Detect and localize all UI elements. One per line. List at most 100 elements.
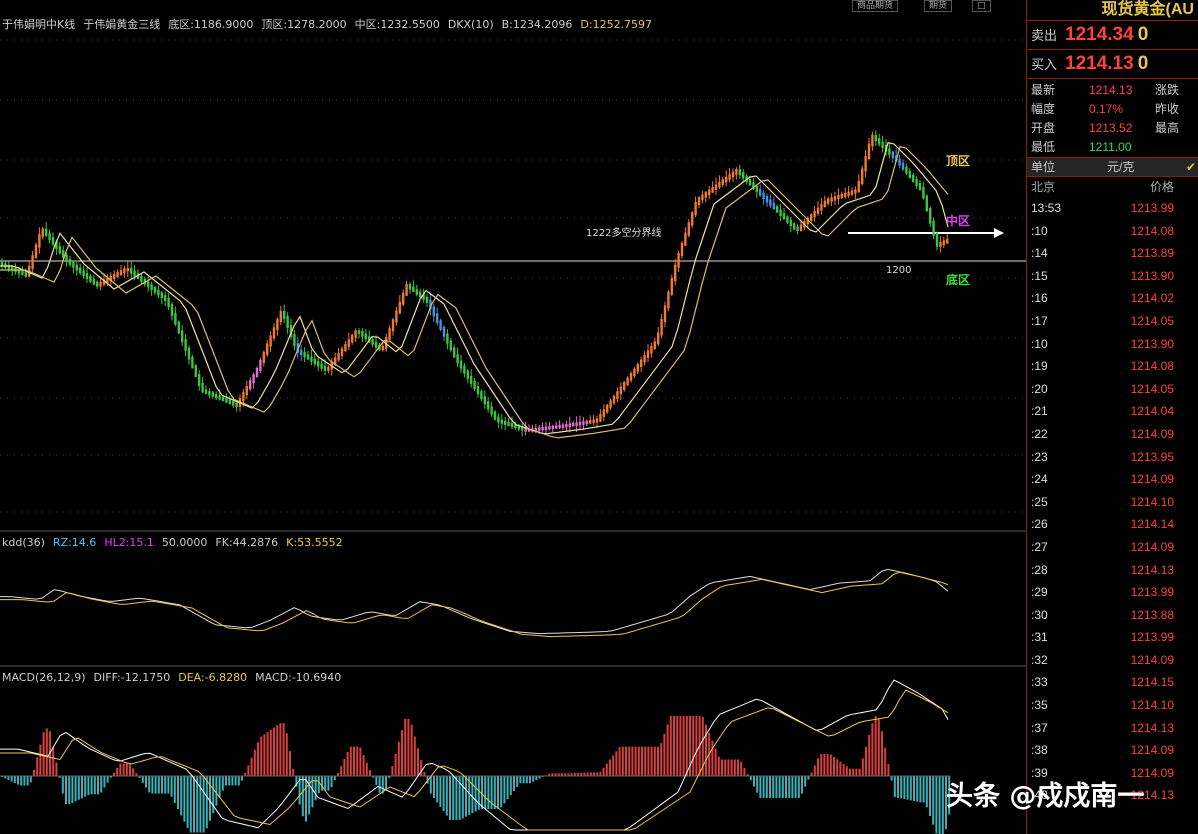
kline-candle	[881, 141, 884, 148]
kline-candle	[48, 232, 51, 241]
kline-candle	[932, 220, 935, 236]
kline-candle	[279, 310, 282, 323]
top-button-futures[interactable]: 商品期货	[852, 0, 899, 12]
tick-row: :35 1214.10	[1027, 694, 1198, 717]
kline-candle	[262, 351, 265, 363]
kline-candle	[164, 295, 167, 301]
kline-candle	[561, 424, 565, 428]
kline-candle	[170, 304, 174, 316]
check-icon[interactable]: ✔	[1186, 158, 1196, 176]
kline-candle	[782, 213, 786, 220]
kline-candle	[45, 228, 48, 236]
kline-chart-area[interactable]: 商品期货 期货 □ 于伟娟明中K线 于伟娟黄金三线 底区:1186.9000 顶区:1…	[0, 0, 1026, 834]
main-header-field: 顶区:1278.2000	[261, 18, 347, 31]
kline-candle	[823, 200, 826, 208]
kdd-header-field: HL2:15.1	[104, 536, 154, 549]
tick-time: :23	[1031, 449, 1048, 464]
kline-candle	[864, 156, 867, 172]
tick-time: :20	[1031, 381, 1048, 396]
kline-candle	[612, 395, 616, 404]
kline-candle	[119, 270, 123, 276]
unit-value: 元/克	[1107, 160, 1135, 174]
kline-candle	[41, 228, 44, 237]
main-header-field: 于伟娟黄金三线	[83, 18, 161, 31]
kline-candle	[789, 219, 792, 227]
tick-time: :30	[1031, 607, 1048, 622]
kline-candle	[810, 214, 813, 221]
tick-time: :29	[1031, 585, 1048, 600]
kline-candle	[925, 195, 928, 212]
kline-candle	[283, 310, 286, 319]
kline-candle	[905, 166, 908, 174]
kline-candle	[174, 312, 177, 325]
kline-candle	[398, 301, 401, 314]
kline-candle	[629, 373, 633, 381]
long-short-divider-label: 1222多空分界线	[586, 228, 662, 239]
kline-candle	[228, 399, 231, 405]
tick-price: 1214.10	[1130, 494, 1174, 509]
macd-header-field: MACD:-10.6940	[255, 671, 342, 684]
kline-candle	[313, 358, 316, 365]
kline-candle	[31, 255, 34, 269]
kline-candle	[650, 345, 653, 354]
kline-candle	[796, 226, 799, 231]
kline-candle	[891, 151, 894, 159]
kline-candle	[34, 244, 38, 259]
kline-candle	[555, 425, 558, 429]
kline-candle	[317, 361, 320, 367]
kline-candle	[837, 195, 840, 200]
tick-price: 1214.09	[1130, 539, 1174, 554]
macd-header-field: DIFF:-12.1750	[93, 671, 171, 684]
tick-price: 1214.09	[1130, 652, 1174, 667]
kline-candle	[762, 192, 765, 199]
stat-label: 幅度	[1031, 102, 1056, 116]
kline-candle	[140, 276, 143, 282]
kline-candle	[215, 393, 218, 399]
stat-row: 最新 1214.13 涨跌	[1027, 81, 1198, 100]
tick-price: 1213.89	[1130, 246, 1174, 261]
tick-price: 1214.15	[1130, 675, 1174, 690]
tick-price: 1213.99	[1130, 630, 1174, 645]
tick-time: :22	[1031, 426, 1048, 441]
kline-candle	[300, 349, 303, 356]
kline-candle	[374, 341, 378, 348]
kline-candle	[701, 194, 704, 201]
top-button-window[interactable]: □	[972, 0, 991, 12]
kline-candle	[276, 319, 279, 331]
buy-volume: 0	[1137, 53, 1149, 74]
macd-dea-line	[0, 689, 949, 831]
kline-candle	[470, 375, 473, 384]
chart-canvas[interactable]	[0, 0, 1026, 834]
kline-candle	[286, 315, 289, 328]
top-button-period[interactable]: 期货	[924, 0, 953, 12]
kline-candle	[255, 368, 259, 378]
kline-candle	[772, 202, 775, 210]
kdd-header-field: K:53.5552	[286, 536, 343, 549]
kline-candle	[89, 276, 92, 282]
unit-label: 单位	[1031, 160, 1056, 174]
kline-candle	[442, 327, 446, 337]
kline-candle	[320, 363, 323, 369]
macd-header-field: MACD(26,12,9)	[2, 671, 86, 684]
tick-time: :38	[1031, 743, 1048, 758]
kline-candle	[735, 169, 738, 175]
kline-candle	[759, 189, 762, 196]
macd-diff-line	[0, 679, 949, 831]
kline-candle	[687, 222, 690, 236]
ma-line-slow	[0, 145, 949, 439]
kline-candle	[946, 239, 949, 244]
kline-candle	[208, 390, 211, 396]
kline-candle	[221, 396, 225, 402]
kline-candle	[123, 268, 126, 274]
main-header-field: 底区:1186.9000	[168, 18, 254, 31]
kline-candle	[694, 202, 697, 216]
kline-candle	[242, 392, 245, 402]
tick-time: :32	[1031, 652, 1048, 667]
tick-row: :30 1213.88	[1027, 604, 1198, 627]
kline-candle	[204, 389, 208, 394]
kline-candle	[92, 278, 95, 285]
kline-candle	[249, 380, 252, 390]
tick-list[interactable]: 13:53 1213.99:10 1214.08:14 1213.89:15 1213.…	[1027, 197, 1198, 807]
kdd-indicator-header: kdd(36) RZ:14.6 HL2:15.1 50.0000 FK:44.2876 K…	[2, 536, 351, 549]
kline-candle	[357, 330, 361, 334]
